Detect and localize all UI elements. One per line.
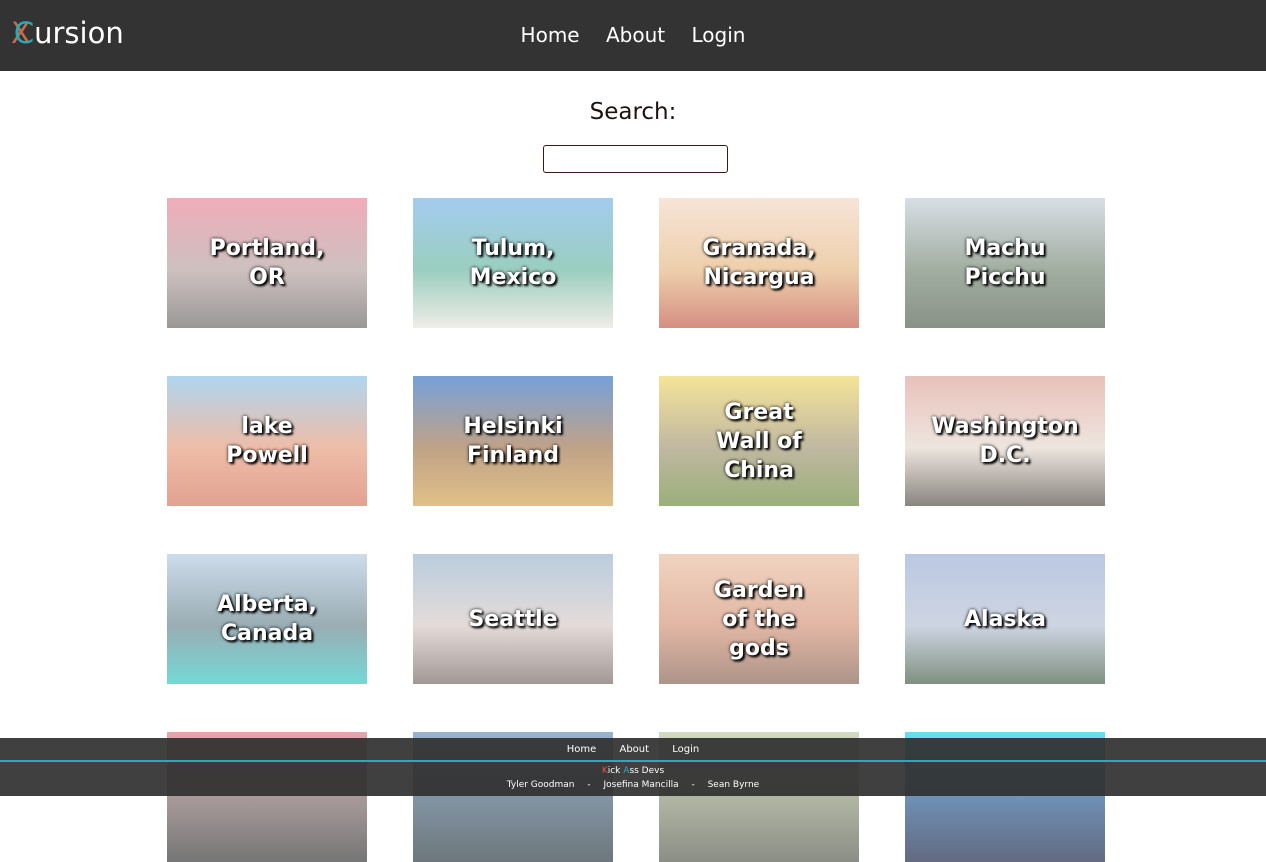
footer: Home About Login Kick Ass Devs Tyler Goo… xyxy=(0,738,1266,796)
destination-name: Helsinki Finland xyxy=(463,414,563,468)
nav-about-link[interactable]: About xyxy=(606,23,665,47)
search-input[interactable] xyxy=(543,145,728,173)
destination-card[interactable]: Tulum, Mexico xyxy=(413,198,613,328)
destination-card[interactable]: Great Wall of China xyxy=(659,376,859,506)
destination-card[interactable]: lake Powell xyxy=(167,376,367,506)
main-nav: Home About Login xyxy=(0,22,1266,48)
brand-rest: ss Devs xyxy=(629,766,665,776)
search-label: Search: xyxy=(589,99,677,125)
credit-separator: - xyxy=(691,780,695,790)
destination-name: Garden of the gods xyxy=(713,577,805,661)
destination-name: Great Wall of China xyxy=(716,399,802,483)
credit-name: Josefina Mancilla xyxy=(603,780,679,790)
destination-card[interactable]: Granada, Nicargua xyxy=(659,198,859,328)
footer-credits: Tyler Goodman - Josefina Mancilla - Sean… xyxy=(0,779,1266,791)
destination-card[interactable]: Washington D.C. xyxy=(905,376,1105,506)
destination-card[interactable]: Seattle xyxy=(413,554,613,684)
top-navbar: XCursion Home About Login xyxy=(0,0,1266,71)
destination-name: lake Powell xyxy=(226,414,308,468)
footer-nav: Home About Login xyxy=(0,743,1266,756)
destination-name: Washington D.C. xyxy=(931,414,1079,468)
footer-login-link[interactable]: Login xyxy=(672,744,699,755)
credit-name: Sean Byrne xyxy=(707,780,760,790)
credit-separator: - xyxy=(587,780,591,790)
footer-brand: Kick Ass Devs xyxy=(0,765,1266,777)
destination-name: Alberta, Canada xyxy=(217,592,317,646)
footer-home-link[interactable]: Home xyxy=(567,744,597,755)
destination-card[interactable]: Helsinki Finland xyxy=(413,376,613,506)
destination-card[interactable]: Alberta, Canada xyxy=(167,554,367,684)
destination-card[interactable]: Machu Picchu xyxy=(905,198,1105,328)
destination-card[interactable]: Alaska xyxy=(905,554,1105,684)
footer-about-link[interactable]: About xyxy=(619,744,649,755)
destination-name: Portland, OR xyxy=(209,236,325,290)
destination-card[interactable]: Garden of the gods xyxy=(659,554,859,684)
footer-divider xyxy=(0,760,1266,762)
brand-ick: ick xyxy=(607,766,624,776)
destination-name: Alaska xyxy=(964,606,1046,632)
destination-name: Granada, Nicargua xyxy=(702,236,816,290)
destination-name: Machu Picchu xyxy=(964,236,1046,290)
nav-home-link[interactable]: Home xyxy=(521,23,580,47)
nav-login-link[interactable]: Login xyxy=(691,23,745,47)
credit-name: Tyler Goodman xyxy=(506,780,575,790)
destination-card[interactable]: Portland, OR xyxy=(167,198,367,328)
destination-name: Seattle xyxy=(468,606,558,632)
destination-name: Tulum, Mexico xyxy=(469,236,557,290)
